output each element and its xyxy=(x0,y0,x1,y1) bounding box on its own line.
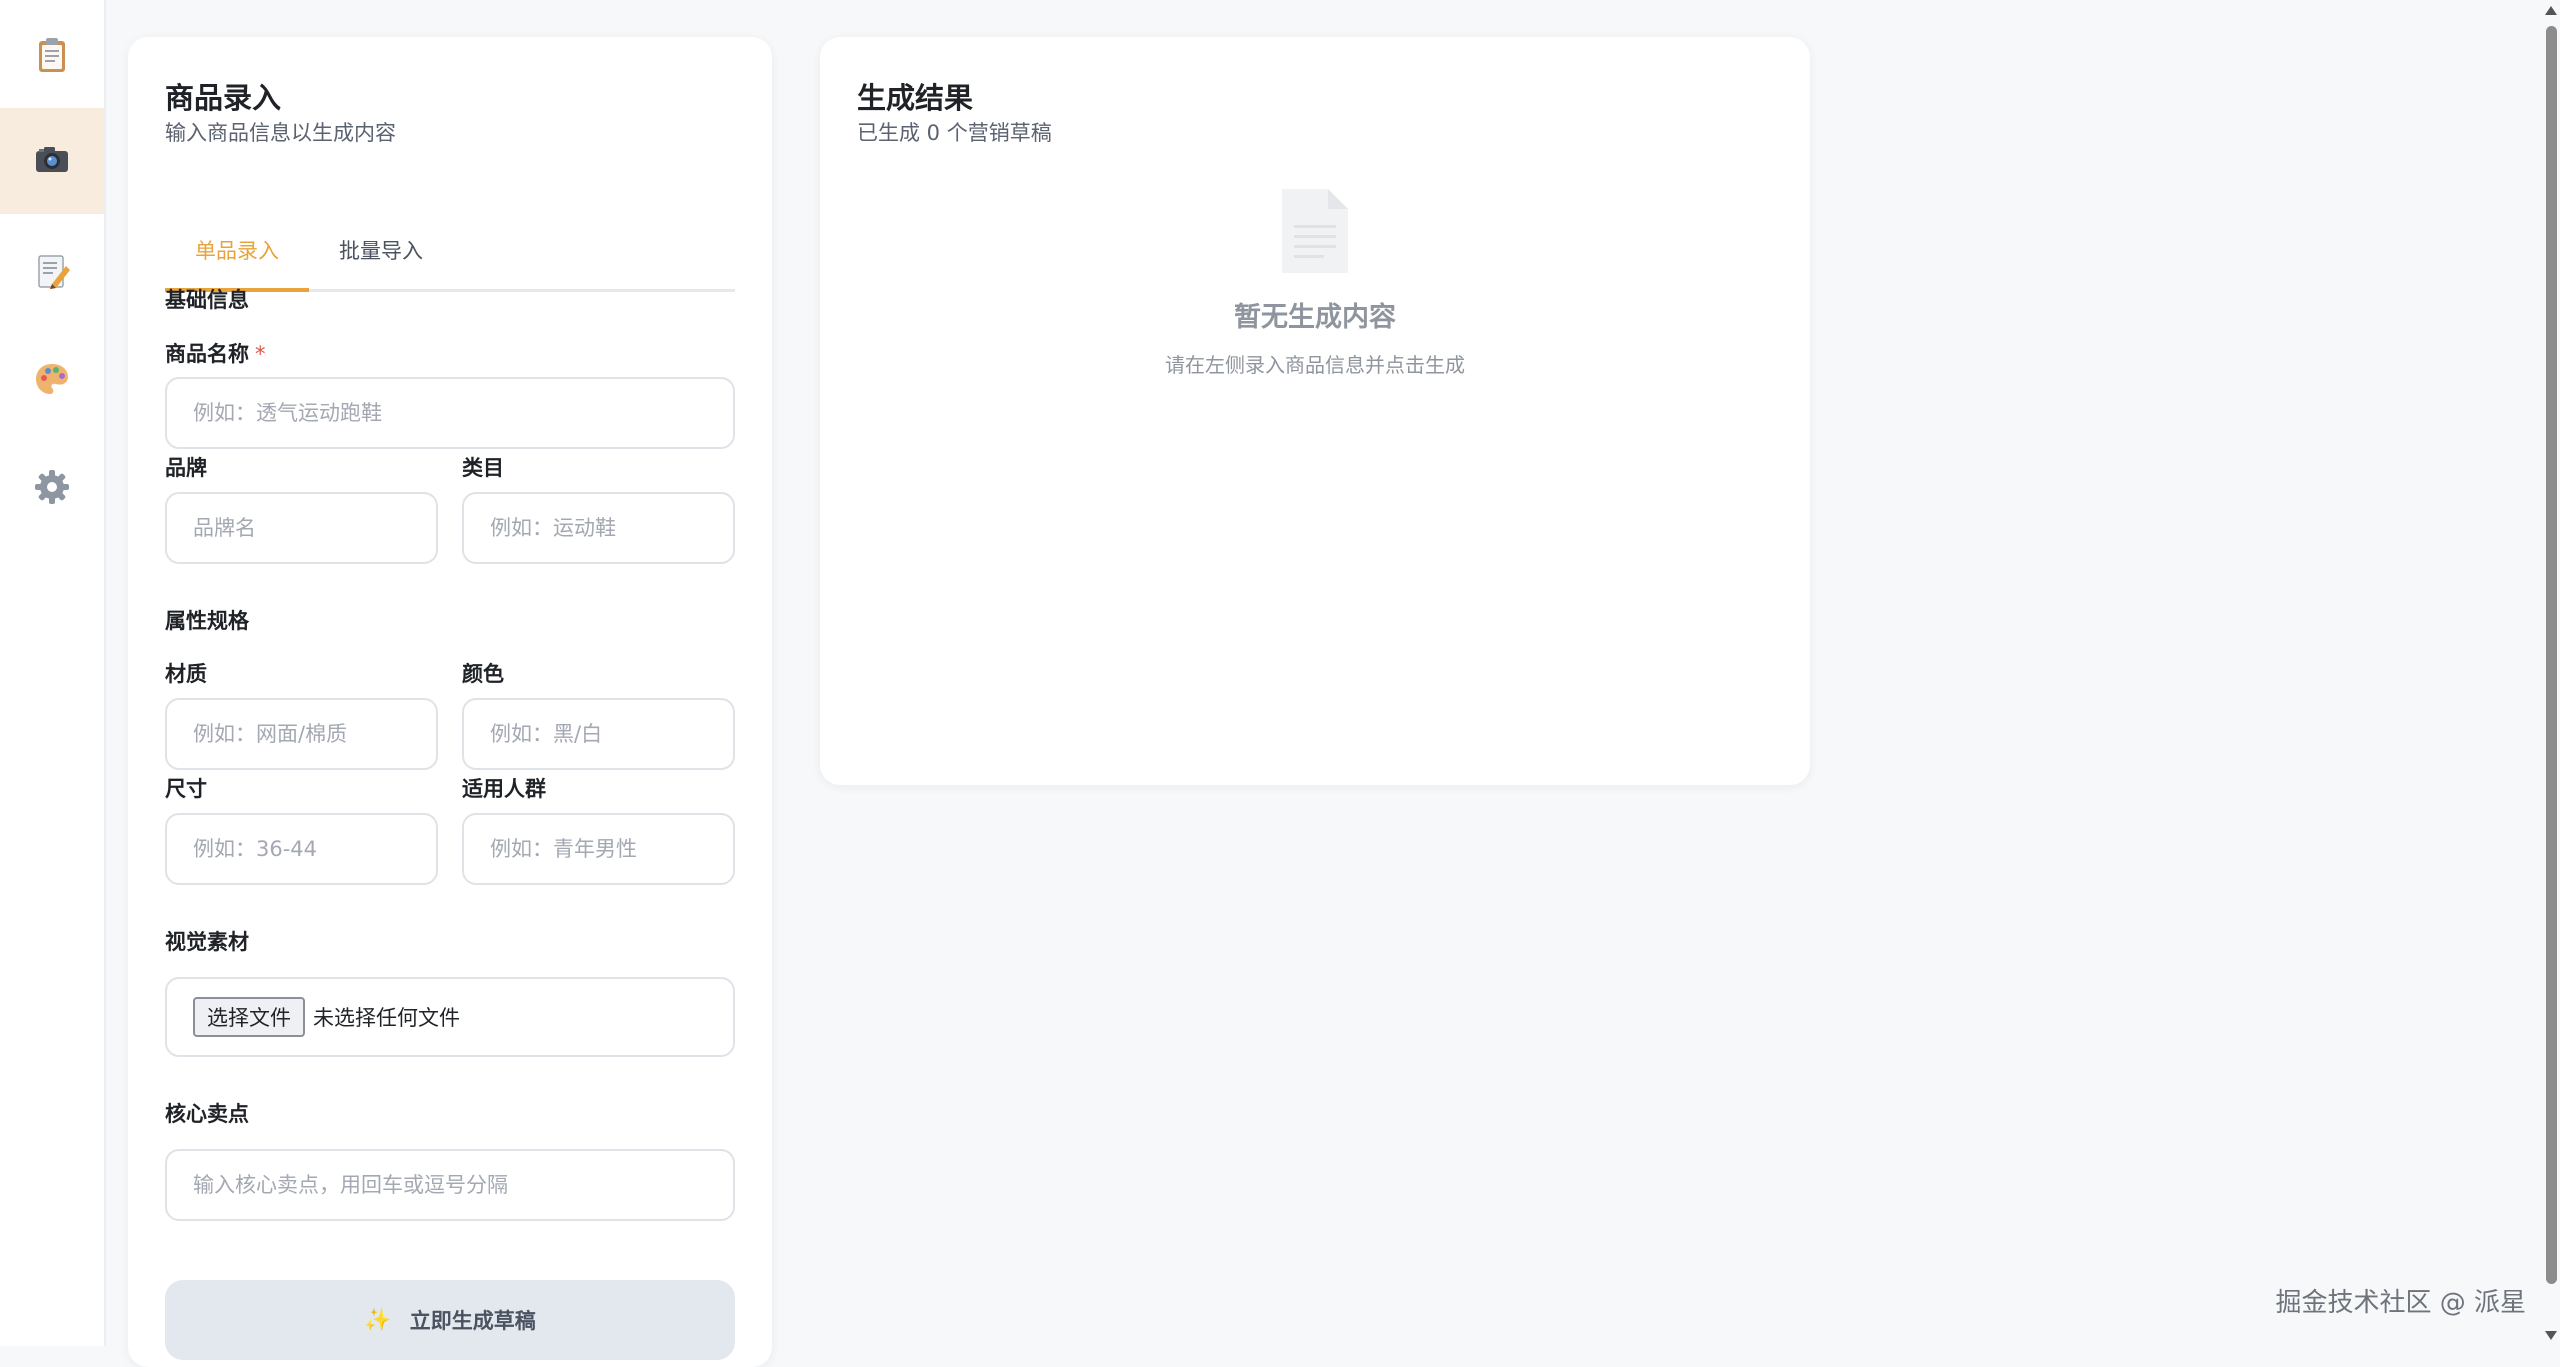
file-status: 未选择任何文件 xyxy=(313,1006,460,1030)
brand-input[interactable] xyxy=(165,492,438,564)
sidebar xyxy=(0,0,106,1346)
selling-points-input[interactable] xyxy=(165,1149,735,1221)
clipboard-icon xyxy=(32,35,72,79)
entry-tabs: 单品录入 批量导入 xyxy=(165,199,735,292)
section-selling-points: 核心卖点 xyxy=(165,1102,249,1126)
product-name-label-text: 商品名称 xyxy=(165,342,249,366)
section-basic-info: 基础信息 xyxy=(165,288,249,312)
sidebar-item-style[interactable] xyxy=(0,328,104,434)
category-input[interactable] xyxy=(462,492,735,564)
results-subtitle: 已生成 0 个营销草稿 xyxy=(857,121,1052,145)
sparkles-icon: ✨ xyxy=(364,1307,392,1333)
color-label: 颜色 xyxy=(462,662,504,686)
brand-label: 品牌 xyxy=(165,456,207,480)
sidebar-item-settings[interactable] xyxy=(0,436,104,542)
size-input[interactable] xyxy=(165,813,438,885)
product-entry-title: 商品录入 xyxy=(165,81,282,115)
product-name-label: 商品名称 * xyxy=(165,338,266,368)
material-label: 材质 xyxy=(165,662,207,686)
scroll-down-arrow-icon[interactable] xyxy=(2545,1331,2557,1340)
file-upload: 选择文件 未选择任何文件 xyxy=(165,977,735,1057)
product-entry-subtitle: 输入商品信息以生成内容 xyxy=(165,121,396,145)
scroll-thumb[interactable] xyxy=(2546,26,2557,1284)
document-icon xyxy=(1278,185,1352,277)
generate-draft-label: 立即生成草稿 xyxy=(409,1309,536,1333)
tab-batch-import[interactable]: 批量导入 xyxy=(309,199,453,289)
product-name-input[interactable] xyxy=(165,377,735,449)
required-marker: * xyxy=(255,342,266,366)
camera-icon xyxy=(32,139,72,183)
page-scrollbar[interactable] xyxy=(2542,0,2560,1346)
sidebar-item-capture[interactable] xyxy=(0,108,104,214)
section-visual-assets: 视觉素材 xyxy=(165,930,249,954)
tab-single-entry[interactable]: 单品录入 xyxy=(165,199,309,292)
gear-icon xyxy=(32,467,72,511)
section-attributes: 属性规格 xyxy=(165,609,249,633)
results-card: 生成结果 已生成 0 个营销草稿 暂无生成内容 请在左侧录入商品信息并点击生成 xyxy=(820,37,1810,785)
choose-file-button[interactable]: 选择文件 xyxy=(193,997,305,1037)
sidebar-item-records[interactable] xyxy=(0,4,104,110)
category-label: 类目 xyxy=(462,456,504,480)
memo-icon xyxy=(32,251,72,295)
generate-draft-button[interactable]: ✨ 立即生成草稿 xyxy=(165,1280,735,1360)
audience-label: 适用人群 xyxy=(462,777,546,801)
audience-input[interactable] xyxy=(462,813,735,885)
color-input[interactable] xyxy=(462,698,735,770)
scroll-up-arrow-icon[interactable] xyxy=(2545,6,2557,15)
palette-icon xyxy=(32,359,72,403)
sidebar-item-drafts[interactable] xyxy=(0,220,104,326)
results-title: 生成结果 xyxy=(857,81,974,115)
material-input[interactable] xyxy=(165,698,438,770)
empty-state-title: 暂无生成内容 xyxy=(1234,302,1396,333)
empty-state-hint: 请在左侧录入商品信息并点击生成 xyxy=(1165,353,1465,377)
product-entry-card: 商品录入 输入商品信息以生成内容 单品录入 批量导入 基础信息 商品名称* 品牌… xyxy=(128,37,772,1367)
watermark: 掘金技术社区 @ 派星 xyxy=(2275,1288,2526,1318)
size-label: 尺寸 xyxy=(165,777,207,801)
